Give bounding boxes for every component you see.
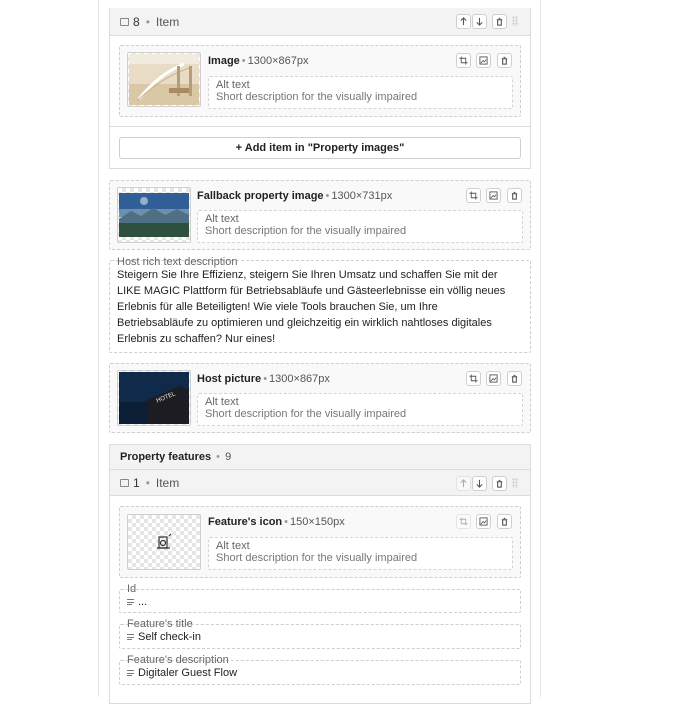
trash-icon: [501, 56, 508, 65]
crop-icon: [469, 374, 478, 383]
rich-text-line: Erlebnis zu schaffen? Nur eines!: [117, 333, 276, 345]
crop-button[interactable]: [466, 188, 481, 203]
alt-text-placeholder: Short description for the visually impai…: [205, 225, 407, 237]
trash-icon: [511, 374, 518, 383]
delete-item-button[interactable]: [492, 14, 507, 29]
trash-icon: [501, 517, 508, 526]
feature-title-label: Feature's title: [127, 618, 193, 630]
feature-item-header: 1 • Item: [109, 469, 531, 496]
host-picture-title: Host picture • 1300×867px: [197, 373, 330, 385]
arrow-down-icon: [476, 479, 483, 488]
trash-icon: [496, 479, 503, 488]
rich-text-line: LIKE MAGIC Plattform für Betriebsabläufe…: [117, 285, 506, 297]
delete-item-button[interactable]: [492, 476, 507, 491]
property-features-title: Property features: [120, 451, 212, 463]
alt-text-placeholder: Short description for the visually impai…: [216, 91, 418, 103]
delete-image-button[interactable]: [507, 188, 522, 203]
rich-text-line: Steigern Sie Ihre Effizienz, steigern Si…: [117, 269, 498, 281]
drag-handle-icon[interactable]: [512, 478, 518, 488]
image-title: Image • 1300×867px: [208, 55, 309, 67]
building-lobby-image: [129, 54, 199, 105]
replace-image-button[interactable]: [486, 188, 501, 203]
alt-text-field[interactable]: Alt text Short description for the visua…: [197, 393, 523, 426]
replace-image-button[interactable]: [476, 53, 491, 68]
arrow-up-icon: [460, 17, 467, 26]
property-features-header: Property features • 9: [109, 444, 531, 470]
alt-text-field[interactable]: Alt text Short description for the visua…: [208, 76, 513, 109]
crop-icon: [459, 56, 468, 65]
item-type-label: Item: [155, 15, 180, 29]
item-index: 8: [133, 15, 140, 29]
rich-text-line: Betriebsabläufe zu optimieren und gleich…: [117, 317, 492, 329]
replace-image-icon: [489, 191, 498, 200]
id-value[interactable]: ...: [127, 596, 147, 608]
content-panel: 8 • Item Image • 1300×867px Alt text Sho…: [98, 0, 541, 704]
alt-text-field[interactable]: Alt text Short description for the visua…: [208, 537, 513, 570]
feature-icon-title: Feature's icon • 150×150px: [208, 516, 345, 528]
alt-text-placeholder: Short description for the visually impai…: [205, 408, 407, 420]
crop-icon: [459, 517, 468, 526]
alt-text-label: Alt text: [216, 540, 250, 552]
divider: [110, 126, 530, 127]
replace-image-button[interactable]: [486, 371, 501, 386]
move-down-button[interactable]: [472, 476, 487, 491]
fallback-image-thumbnail[interactable]: [117, 187, 191, 243]
fallback-image-title: Fallback property image • 1300×731px: [197, 190, 393, 202]
arrow-up-icon: [460, 479, 467, 488]
alt-text-placeholder: Short description for the visually impai…: [216, 552, 418, 564]
host-rich-text-body[interactable]: Steigern Sie Ihre Effizienz, steigern Si…: [117, 267, 525, 347]
move-up-button[interactable]: [456, 14, 471, 29]
replace-image-button[interactable]: [476, 514, 491, 529]
crop-button[interactable]: [466, 371, 481, 386]
feature-icon-thumbnail[interactable]: [127, 514, 201, 570]
comment-icon: [120, 479, 129, 487]
move-up-button[interactable]: [456, 476, 471, 491]
move-down-button[interactable]: [472, 14, 487, 29]
delete-image-button[interactable]: [507, 371, 522, 386]
rich-text-line: Erlebnis für alle Beteiligten! Wie viele…: [117, 301, 438, 313]
property-features-count: 9: [225, 451, 232, 463]
host-picture-thumbnail[interactable]: HOTEL: [117, 370, 191, 426]
text-lines-icon: [127, 670, 134, 676]
item-index: 1: [133, 476, 140, 490]
hotel-sign-image: HOTEL: [119, 372, 189, 424]
alt-text-label: Alt text: [205, 213, 239, 225]
delete-image-button[interactable]: [497, 514, 512, 529]
id-label: Id: [127, 583, 137, 595]
image-thumbnail[interactable]: [127, 52, 201, 107]
feature-title-value[interactable]: Self check-in: [127, 631, 201, 643]
trash-icon: [496, 17, 503, 26]
alt-text-label: Alt text: [205, 396, 239, 408]
id-field[interactable]: [119, 589, 521, 613]
add-item-button[interactable]: + Add item in "Property images": [119, 137, 521, 159]
text-lines-icon: [127, 599, 134, 605]
self-check-in-icon: [157, 533, 172, 549]
item-type-label: Item: [155, 476, 180, 490]
replace-image-icon: [479, 517, 488, 526]
text-lines-icon: [127, 634, 134, 640]
alt-text-label: Alt text: [216, 79, 250, 91]
trash-icon: [511, 191, 518, 200]
replace-image-icon: [489, 374, 498, 383]
crop-button[interactable]: [456, 514, 471, 529]
landscape-image: [119, 193, 189, 237]
feature-description-label: Feature's description: [127, 654, 229, 666]
delete-image-button[interactable]: [497, 53, 512, 68]
feature-description-value[interactable]: Digitaler Guest Flow: [127, 667, 237, 679]
crop-button[interactable]: [456, 53, 471, 68]
replace-image-icon: [479, 56, 488, 65]
alt-text-field[interactable]: Alt text Short description for the visua…: [197, 210, 523, 243]
drag-handle-icon[interactable]: [512, 16, 518, 26]
item-8-header-label: 8 • Item: [120, 15, 179, 29]
feature-item-header-label: 1 • Item: [120, 476, 179, 490]
arrow-down-icon: [476, 17, 483, 26]
crop-icon: [469, 191, 478, 200]
comment-icon: [120, 18, 129, 26]
item-8-header: 8 • Item: [109, 8, 531, 36]
